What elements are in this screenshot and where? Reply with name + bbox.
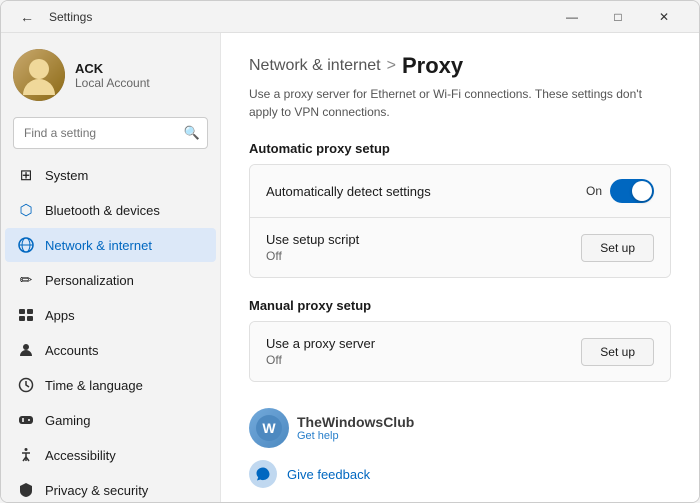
- sidebar-item-accessibility[interactable]: Accessibility: [5, 438, 216, 472]
- bluetooth-icon: ⬡: [17, 201, 35, 219]
- titlebar: ← Settings — □ ✕: [1, 1, 699, 33]
- breadcrumb-separator: >: [387, 57, 396, 75]
- sidebar-item-accessibility-label: Accessibility: [45, 448, 116, 463]
- toggle-thumb: [632, 181, 652, 201]
- minimize-button[interactable]: —: [549, 1, 595, 33]
- auto-detect-info: Automatically detect settings: [266, 184, 431, 199]
- sidebar-item-network[interactable]: Network & internet: [5, 228, 216, 262]
- use-proxy-button[interactable]: Set up: [581, 338, 654, 366]
- settings-window: ← Settings — □ ✕ ACK Local Account: [0, 0, 700, 503]
- setup-script-button[interactable]: Set up: [581, 234, 654, 262]
- network-icon: [17, 236, 35, 254]
- page-title: Proxy: [402, 53, 463, 79]
- sidebar-item-apps[interactable]: Apps: [5, 298, 216, 332]
- titlebar-title: Settings: [49, 10, 92, 24]
- user-account-type: Local Account: [75, 76, 208, 90]
- accessibility-icon: [17, 446, 35, 464]
- use-proxy-title: Use a proxy server: [266, 336, 375, 351]
- auto-detect-title: Automatically detect settings: [266, 184, 431, 199]
- accounts-icon: [17, 341, 35, 359]
- auto-detect-row: Automatically detect settings On: [250, 165, 670, 218]
- avatar-image: [13, 49, 65, 101]
- setup-script-info: Use setup script Off: [266, 232, 359, 263]
- privacy-icon: [17, 481, 35, 499]
- user-info: ACK Local Account: [75, 61, 208, 90]
- sidebar-item-system[interactable]: ⊞ System: [5, 158, 216, 192]
- automatic-section-header: Automatic proxy setup: [249, 141, 671, 156]
- close-button[interactable]: ✕: [641, 1, 687, 33]
- sidebar-item-network-label: Network & internet: [45, 238, 152, 253]
- watermark-sub[interactable]: Get help: [297, 430, 414, 442]
- sidebar-item-time-label: Time & language: [45, 378, 143, 393]
- auto-detect-toggle[interactable]: [610, 179, 654, 203]
- feedback-icon: [249, 460, 277, 488]
- sidebar-item-privacy[interactable]: Privacy & security: [5, 473, 216, 502]
- sidebar-item-bluetooth-label: Bluetooth & devices: [45, 203, 160, 218]
- give-feedback-item[interactable]: Give feedback: [249, 454, 671, 494]
- sidebar-item-system-label: System: [45, 168, 88, 183]
- apps-icon: [17, 306, 35, 324]
- sidebar-item-privacy-label: Privacy & security: [45, 483, 148, 498]
- watermark-name: TheWindowsClub: [297, 414, 414, 430]
- setup-script-row: Use setup script Off Set up: [250, 218, 670, 277]
- sidebar-item-gaming[interactable]: Gaming: [5, 403, 216, 437]
- setup-script-subtitle: Off: [266, 249, 359, 263]
- help-section: W TheWindowsClub Get help Give feedbac: [249, 402, 671, 494]
- sidebar-item-gaming-label: Gaming: [45, 413, 91, 428]
- manual-proxy-card: Use a proxy server Off Set up: [249, 321, 671, 382]
- gaming-icon: [17, 411, 35, 429]
- user-name: ACK: [75, 61, 208, 76]
- sidebar-item-accounts-label: Accounts: [45, 343, 98, 358]
- give-feedback-label: Give feedback: [287, 467, 370, 482]
- watermark-info: TheWindowsClub Get help: [297, 414, 414, 442]
- time-icon: [17, 376, 35, 394]
- content-area: Network & internet > Proxy Use a proxy s…: [221, 33, 699, 502]
- page-description: Use a proxy server for Ethernet or Wi-Fi…: [249, 85, 669, 121]
- sidebar-item-bluetooth[interactable]: ⬡ Bluetooth & devices: [5, 193, 216, 227]
- sidebar: ACK Local Account 🔍 ⊞ System ⬡ Bluetooth…: [1, 33, 221, 502]
- main-content: ACK Local Account 🔍 ⊞ System ⬡ Bluetooth…: [1, 33, 699, 502]
- sidebar-item-personalization[interactable]: ✏ Personalization: [5, 263, 216, 297]
- sidebar-item-accounts[interactable]: Accounts: [5, 333, 216, 367]
- titlebar-controls: — □ ✕: [549, 1, 687, 33]
- watermark: W TheWindowsClub Get help: [249, 402, 671, 454]
- search-icon: 🔍: [184, 125, 200, 141]
- nav-section: ⊞ System ⬡ Bluetooth & devices: [1, 157, 220, 502]
- avatar: [13, 49, 65, 101]
- svg-text:W: W: [262, 420, 276, 436]
- back-button[interactable]: ←: [13, 3, 41, 31]
- breadcrumb-parent[interactable]: Network & internet: [249, 57, 381, 75]
- manual-section-header: Manual proxy setup: [249, 298, 671, 313]
- setup-script-title: Use setup script: [266, 232, 359, 247]
- search-input[interactable]: [13, 117, 208, 149]
- personalization-icon: ✏: [17, 271, 35, 289]
- sidebar-item-time[interactable]: Time & language: [5, 368, 216, 402]
- toggle-wrap: On: [586, 179, 654, 203]
- toggle-on-label: On: [586, 184, 602, 198]
- watermark-logo: W: [249, 408, 289, 448]
- search-box: 🔍: [13, 117, 208, 149]
- system-icon: ⊞: [17, 166, 35, 184]
- sidebar-item-personalization-label: Personalization: [45, 273, 134, 288]
- use-proxy-info: Use a proxy server Off: [266, 336, 375, 367]
- automatic-proxy-card: Automatically detect settings On Use set…: [249, 164, 671, 278]
- maximize-button[interactable]: □: [595, 1, 641, 33]
- titlebar-left: ← Settings: [13, 3, 92, 31]
- use-proxy-subtitle: Off: [266, 353, 375, 367]
- sidebar-item-apps-label: Apps: [45, 308, 75, 323]
- use-proxy-row: Use a proxy server Off Set up: [250, 322, 670, 381]
- user-section: ACK Local Account: [1, 33, 220, 117]
- breadcrumb: Network & internet > Proxy: [249, 53, 671, 79]
